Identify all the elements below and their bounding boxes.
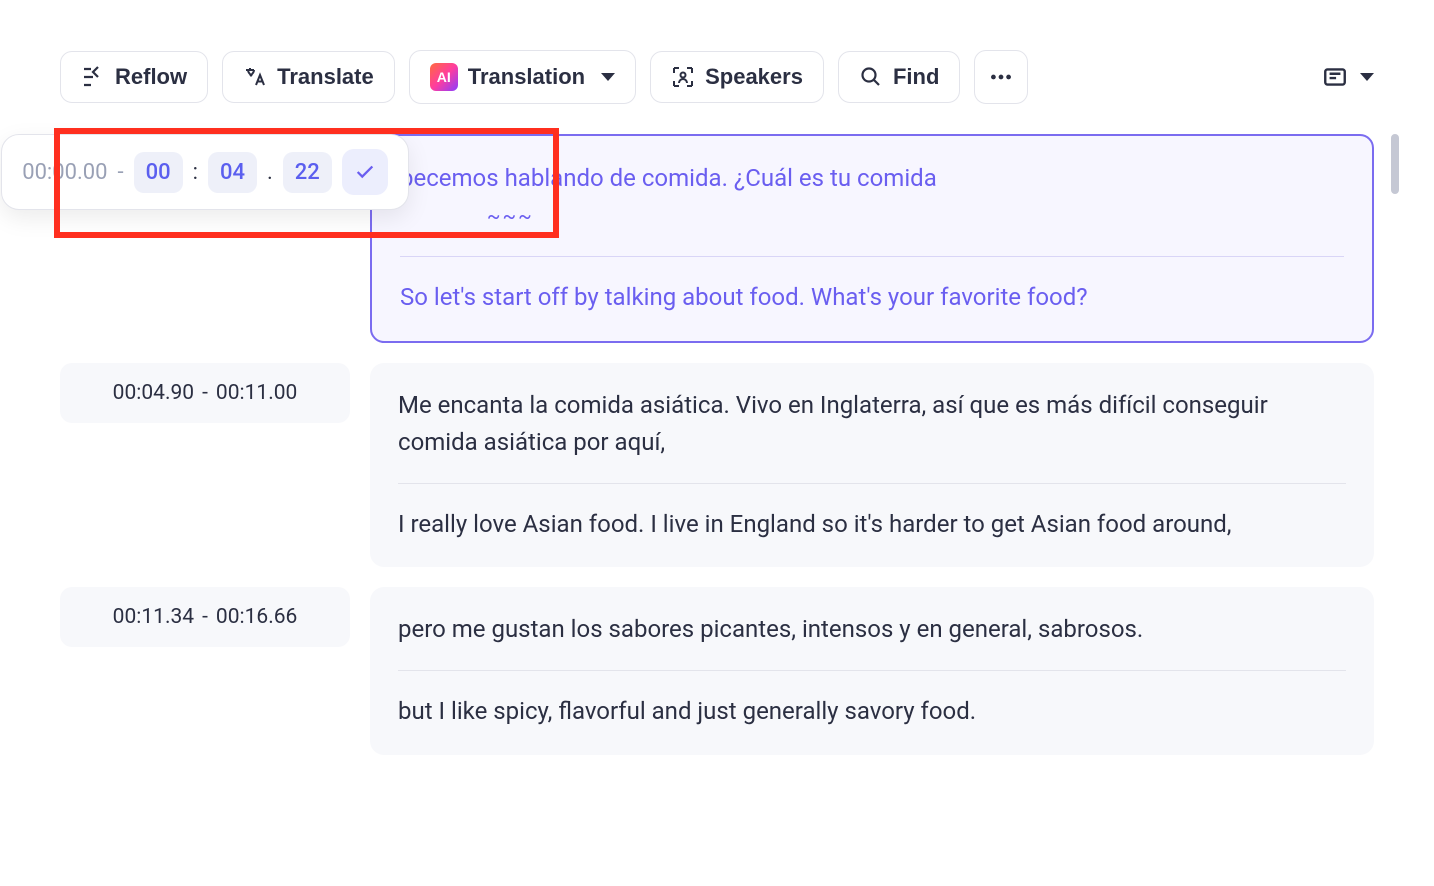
colon-separator: : bbox=[193, 160, 198, 185]
timestamp-cell[interactable]: 00:04.90 - 00:11.00 bbox=[60, 363, 350, 423]
scrollbar-thumb[interactable] bbox=[1391, 134, 1399, 194]
timestamp-editor: 00:00.00 - 00 : 04 . 22 bbox=[1, 134, 409, 210]
timestamp-start: 00:04.90 bbox=[113, 381, 194, 405]
reflow-button[interactable]: Reflow bbox=[60, 51, 208, 103]
timestamp-minutes-input[interactable]: 00 bbox=[134, 152, 183, 193]
segment-row: 00:00.00 - 00 : 04 . 22 pecemos ha bbox=[60, 134, 1374, 343]
search-icon bbox=[859, 65, 883, 89]
timestamp-end: 00:16.66 bbox=[216, 605, 297, 629]
reflow-icon bbox=[81, 65, 105, 89]
toolbar: Reflow Translate AI Translation bbox=[60, 50, 1374, 104]
timestamp-seconds-input[interactable]: 04 bbox=[208, 152, 257, 193]
original-text: pecemos hablando de comida. ¿Cuál es tu … bbox=[400, 164, 937, 192]
translation-dropdown-button[interactable]: AI Translation bbox=[409, 50, 636, 104]
divider bbox=[398, 670, 1346, 671]
transcript-cell[interactable]: pero me gustan los sabores picantes, int… bbox=[370, 587, 1374, 754]
dash-separator: - bbox=[118, 160, 124, 185]
dot-separator: . bbox=[267, 160, 273, 185]
ai-icon: AI bbox=[430, 63, 458, 91]
confirm-button[interactable] bbox=[342, 149, 388, 195]
dash-separator: - bbox=[202, 605, 208, 629]
timestamp-cell[interactable]: 00:11.34 - 00:16.66 bbox=[60, 587, 350, 647]
find-label: Find bbox=[893, 64, 939, 90]
transcript-cell[interactable]: Me encanta la comida asiática. Vivo en I… bbox=[370, 363, 1374, 568]
timestamp-cell[interactable]: 00:00.00 - 00 : 04 . 22 bbox=[60, 134, 350, 210]
layout-icon bbox=[1322, 64, 1348, 90]
speakers-label: Speakers bbox=[705, 64, 803, 90]
divider bbox=[400, 256, 1344, 257]
translate-label: Translate bbox=[277, 64, 374, 90]
wave-indicator: ~~~ bbox=[487, 204, 534, 228]
timestamp-start-value: 00:00.00 bbox=[22, 160, 107, 185]
timestamp-start: 00:11.34 bbox=[113, 605, 194, 629]
check-icon bbox=[354, 161, 376, 183]
find-button[interactable]: Find bbox=[838, 51, 960, 103]
translate-icon bbox=[243, 65, 267, 89]
speakers-button[interactable]: Speakers bbox=[650, 51, 824, 103]
view-toggle-button[interactable] bbox=[1322, 64, 1374, 90]
transcript-area: 00:00.00 - 00 : 04 . 22 pecemos ha bbox=[60, 134, 1374, 755]
divider bbox=[398, 483, 1346, 484]
translation-text: but I like spicy, flavorful and just gen… bbox=[398, 693, 1346, 730]
speakers-icon bbox=[671, 65, 695, 89]
translation-text: So let's start off by talking about food… bbox=[400, 279, 1344, 316]
dash-separator: - bbox=[202, 381, 208, 405]
more-button[interactable] bbox=[974, 50, 1028, 104]
translation-text: I really love Asian food. I live in Engl… bbox=[398, 506, 1346, 543]
reflow-label: Reflow bbox=[115, 64, 187, 90]
original-text: pero me gustan los sabores picantes, int… bbox=[398, 611, 1346, 648]
chevron-down-icon bbox=[601, 73, 615, 81]
translate-button[interactable]: Translate bbox=[222, 51, 395, 103]
more-icon bbox=[988, 64, 1014, 90]
transcript-cell[interactable]: pecemos hablando de comida. ¿Cuál es tu … bbox=[370, 134, 1374, 343]
timestamp-end: 00:11.00 bbox=[216, 381, 297, 405]
timestamp-centiseconds-input[interactable]: 22 bbox=[283, 152, 332, 193]
original-text: Me encanta la comida asiática. Vivo en I… bbox=[398, 387, 1346, 461]
chevron-down-icon bbox=[1360, 73, 1374, 81]
segment-row: 00:11.34 - 00:16.66 pero me gustan los s… bbox=[60, 587, 1374, 754]
segment-row: 00:04.90 - 00:11.00 Me encanta la comida… bbox=[60, 363, 1374, 568]
translation-label: Translation bbox=[468, 64, 585, 90]
